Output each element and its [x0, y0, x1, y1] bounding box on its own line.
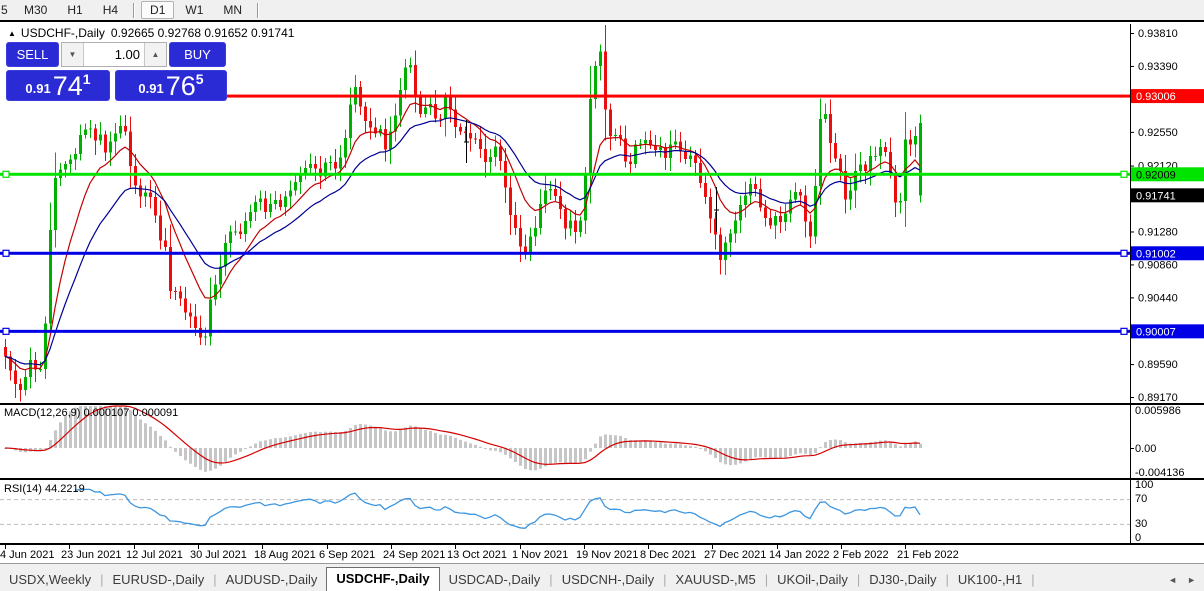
svg-text:6 Sep 2021: 6 Sep 2021	[319, 549, 375, 561]
volume-increase-icon[interactable]: ▲	[144, 43, 166, 66]
svg-text:0.93390: 0.93390	[1138, 61, 1178, 73]
timeframe-button-m30[interactable]: M30	[15, 1, 56, 19]
svg-text:0.005986: 0.005986	[1135, 405, 1181, 417]
svg-text:0.92550: 0.92550	[1138, 127, 1178, 139]
toolbar-separator	[257, 3, 259, 18]
svg-text:8 Dec 2021: 8 Dec 2021	[640, 549, 696, 561]
svg-text:100: 100	[1135, 479, 1153, 491]
sell-price-pip: 1	[83, 71, 91, 87]
sell-button[interactable]: SELL	[6, 42, 59, 67]
buy-button[interactable]: BUY	[169, 42, 226, 67]
line-handle	[3, 171, 9, 177]
macd-pane: MACD(12,26,9) 0.000107 0.000091 0.005986 0…	[4, 405, 1185, 479]
tab-usdcnh-daily[interactable]: USDCNH-,Daily	[553, 569, 663, 591]
one-click-trading-panel: SELL ▼ 1.00 ▲ BUY 0.91 74 1 0.91 76 5	[6, 42, 230, 101]
svg-text:14 Jan 2022: 14 Jan 2022	[769, 549, 830, 561]
svg-text:RSI(14) 44.2219: RSI(14) 44.2219	[4, 483, 85, 495]
svg-text:1 Nov 2021: 1 Nov 2021	[512, 549, 568, 561]
svg-text:MACD(12,26,9) 0.000107 0.00009: MACD(12,26,9) 0.000107 0.000091	[4, 407, 178, 419]
sell-price-small: 0.91	[25, 81, 50, 96]
buy-price-pip: 5	[196, 71, 204, 87]
svg-text:19 Nov 2021: 19 Nov 2021	[576, 549, 638, 561]
svg-text:0.93006: 0.93006	[1136, 91, 1176, 103]
svg-text:0.92009: 0.92009	[1136, 169, 1176, 181]
timeframe-button-m5-clipped[interactable]: 5	[1, 3, 10, 17]
tab-usdx-weekly[interactable]: USDX,Weekly	[0, 569, 100, 591]
svg-text:12 Jul 2021: 12 Jul 2021	[126, 549, 183, 561]
volume-input[interactable]: 1.00	[84, 43, 144, 66]
sell-price-big: 74	[53, 73, 83, 99]
svg-text:-0.004136: -0.004136	[1135, 467, 1185, 479]
svg-text:0.90007: 0.90007	[1136, 326, 1176, 338]
svg-text:0.90860: 0.90860	[1138, 259, 1178, 271]
tab-divider: |	[1031, 572, 1034, 591]
tab-scroll-right-icon[interactable]: ►	[1187, 575, 1196, 585]
svg-text:0.91002: 0.91002	[1136, 248, 1176, 260]
tab-usdcad-daily[interactable]: USDCAD-,Daily	[440, 569, 550, 591]
volume-spinner: ▼ 1.00 ▲	[61, 42, 167, 67]
tab-usdchf-daily[interactable]: USDCHF-,Daily	[326, 567, 439, 591]
tab-uk100-h1[interactable]: UK100-,H1	[949, 569, 1031, 591]
timeframe-button-h1[interactable]: H1	[58, 1, 91, 19]
line-handle	[3, 328, 9, 334]
svg-text:30 Jul 2021: 30 Jul 2021	[190, 549, 247, 561]
svg-text:0.91280: 0.91280	[1138, 226, 1178, 238]
tab-ukoil-daily[interactable]: UKOil-,Daily	[768, 569, 857, 591]
buy-price-big: 76	[166, 73, 196, 99]
chart-canvas[interactable]: 0.938100.933900.925500.921200.912800.908…	[0, 24, 1204, 563]
ohlc-values: 0.92665 0.92768 0.91652 0.91741	[111, 26, 295, 40]
timeframe-button-mn[interactable]: MN	[214, 1, 251, 19]
tab-eurusd-daily[interactable]: EURUSD-,Daily	[104, 569, 214, 591]
svg-text:30: 30	[1135, 518, 1147, 530]
svg-text:21 Feb 2022: 21 Feb 2022	[897, 549, 959, 561]
svg-text:0.89590: 0.89590	[1138, 359, 1178, 371]
svg-text:0.90440: 0.90440	[1138, 292, 1178, 304]
volume-decrease-icon[interactable]: ▼	[62, 43, 84, 66]
svg-text:0.91741: 0.91741	[1136, 190, 1176, 202]
collapse-triangle-icon[interactable]: ▲	[8, 29, 16, 38]
svg-text:13 Oct 2021: 13 Oct 2021	[447, 549, 507, 561]
svg-text:24 Sep 2021: 24 Sep 2021	[383, 549, 445, 561]
line-handle	[1121, 328, 1127, 334]
toolbar-separator	[133, 3, 135, 18]
svg-text:2 Feb 2022: 2 Feb 2022	[833, 549, 889, 561]
svg-text:4 Jun 2021: 4 Jun 2021	[0, 549, 54, 561]
svg-text:0: 0	[1135, 532, 1141, 544]
chart-tab-bar: USDX,Weekly | EURUSD-,Daily | AUDUSD-,Da…	[0, 563, 1204, 591]
line-handle	[1121, 171, 1127, 177]
rsi-line	[75, 489, 920, 528]
tab-xauusd-m5[interactable]: XAUUSD-,M5	[667, 569, 765, 591]
svg-text:0.00: 0.00	[1135, 443, 1156, 455]
tab-dj30-daily[interactable]: DJ30-,Daily	[860, 569, 945, 591]
timeframe-button-w1[interactable]: W1	[176, 1, 212, 19]
symbol-period-label: USDCHF-,Daily	[21, 26, 105, 40]
svg-text:18 Aug 2021: 18 Aug 2021	[254, 549, 316, 561]
buy-price-button[interactable]: 0.91 76 5	[115, 70, 227, 101]
rsi-pane: RSI(14) 44.2219 100 70 30 0	[0, 479, 1153, 544]
timeframe-button-h4[interactable]: H4	[94, 1, 127, 19]
price-axis: 0.938100.933900.925500.921200.912800.908…	[1130, 28, 1204, 404]
moving-average-line	[5, 103, 920, 370]
line-handle	[1121, 250, 1127, 256]
line-handle	[3, 250, 9, 256]
svg-text:0.89170: 0.89170	[1138, 392, 1178, 404]
moving-average-line	[5, 118, 920, 365]
timeframe-button-d1[interactable]: D1	[141, 1, 174, 19]
tab-scroll-left-icon[interactable]: ◄	[1168, 575, 1177, 585]
sell-price-button[interactable]: 0.91 74 1	[6, 70, 110, 101]
date-axis: 4 Jun 2021 23 Jun 2021 12 Jul 2021 30 Jul 2…	[0, 545, 959, 561]
timeframe-toolbar: 5 M30 H1 H4 D1 W1 MN	[0, 0, 1204, 22]
svg-text:23 Jun 2021: 23 Jun 2021	[61, 549, 122, 561]
buy-price-small: 0.91	[138, 81, 163, 96]
svg-text:0.93810: 0.93810	[1138, 28, 1178, 40]
tab-audusd-daily[interactable]: AUDUSD-,Daily	[217, 569, 327, 591]
chart-title: ▲ USDCHF-,Daily 0.92665 0.92768 0.91652 0.…	[8, 26, 294, 40]
svg-text:70: 70	[1135, 493, 1147, 505]
svg-text:27 Dec 2021: 27 Dec 2021	[704, 549, 766, 561]
